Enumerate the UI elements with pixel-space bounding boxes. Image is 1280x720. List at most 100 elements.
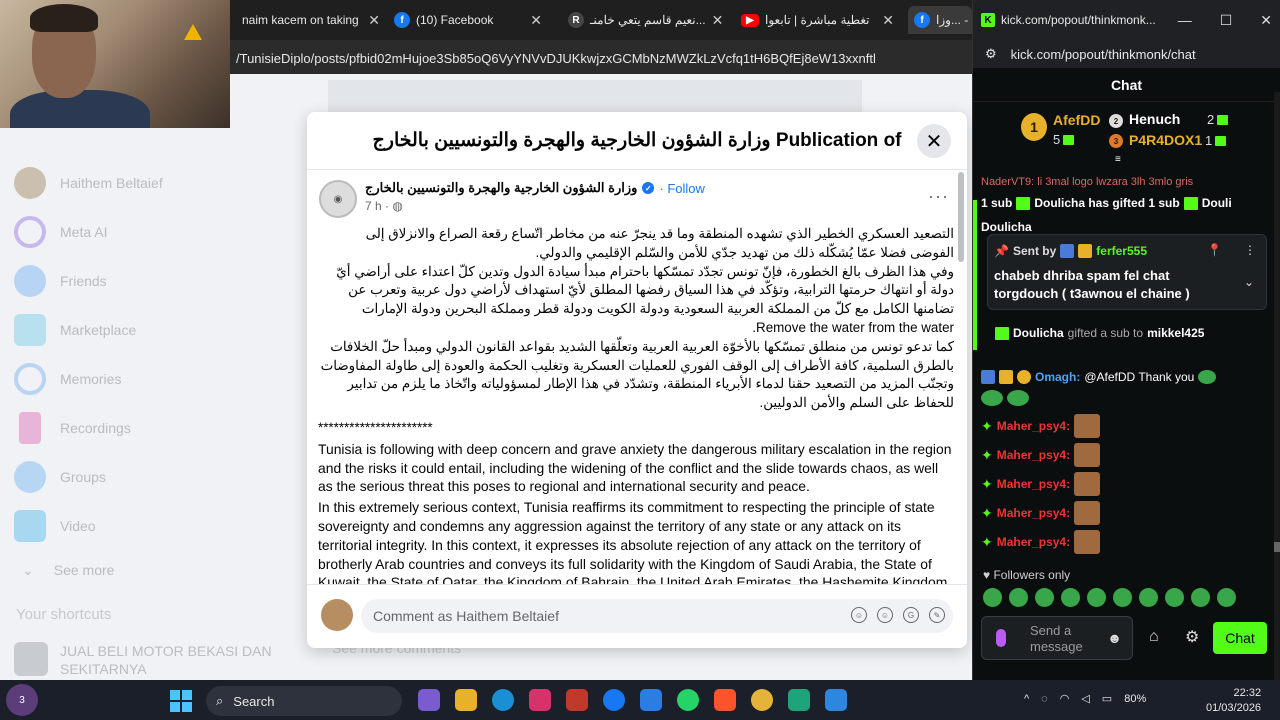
gear-icon[interactable]: ⚙ bbox=[1185, 627, 1199, 647]
app-icon[interactable] bbox=[788, 689, 810, 711]
whatsapp-icon[interactable] bbox=[677, 689, 699, 711]
clock[interactable]: 22:32 01/03/2026 bbox=[1206, 686, 1261, 716]
chevron-down-icon[interactable]: ⌄ bbox=[1244, 275, 1254, 289]
widgets-icon[interactable]: 3 bbox=[6, 684, 38, 716]
tab-4[interactable]: f وزا... - bbox=[908, 6, 972, 34]
tab-3[interactable]: ▶ تغطية مباشرة | تابعوا ✕ bbox=[735, 6, 900, 34]
volume-icon[interactable]: ◁ bbox=[1081, 692, 1089, 705]
post-paragraph-ar-2: وفي هذا الظرف بالغ الخطورة، فإنّ تونس تج… bbox=[336, 263, 954, 317]
tray-icon[interactable]: ◌ bbox=[1041, 693, 1048, 705]
see-more-button[interactable]: ⌄ See more bbox=[14, 550, 284, 590]
sidebar-item-memories[interactable]: Memories bbox=[14, 354, 284, 403]
sidebar-item-profile[interactable]: Haithem Beltaief bbox=[14, 158, 284, 207]
facebook-icon[interactable] bbox=[603, 689, 625, 711]
file-explorer-icon[interactable] bbox=[455, 689, 477, 711]
emote-icon[interactable] bbox=[1087, 588, 1106, 607]
pinned-message[interactable]: 📌 Sent by ferfer555 chabeb dhriba spam f… bbox=[987, 234, 1267, 310]
sidebar-item-label: Friends bbox=[60, 272, 107, 289]
emote-icon[interactable] bbox=[1113, 588, 1132, 607]
emoji-icon[interactable]: ☻ bbox=[1107, 630, 1122, 646]
gift-event-recipient[interactable]: mikkel425 bbox=[1147, 326, 1204, 340]
app-icon[interactable] bbox=[566, 689, 588, 711]
shortcut-item[interactable]: JUAL BELI MOTOR BEKASI DAN SEKITARNYA bbox=[14, 642, 274, 678]
battery-icon[interactable]: ▭ bbox=[1102, 692, 1112, 705]
diamond-badge-icon: ✦ bbox=[981, 504, 993, 521]
close-tab-icon[interactable]: ✕ bbox=[530, 12, 542, 29]
chat-username[interactable]: Maher_psy4: bbox=[997, 448, 1070, 462]
microphone-icon[interactable] bbox=[996, 629, 1006, 647]
emote-icon[interactable] bbox=[983, 588, 1002, 607]
brave-icon[interactable] bbox=[714, 689, 736, 711]
modal-scrollbar[interactable] bbox=[958, 172, 964, 262]
app-icon[interactable] bbox=[825, 689, 847, 711]
recordings-icon bbox=[19, 411, 41, 444]
expand-icon[interactable]: ≡ bbox=[1115, 154, 1121, 165]
follow-button[interactable]: · Follow bbox=[659, 181, 705, 196]
rank-badge-icon bbox=[1017, 370, 1031, 384]
site-settings-icon[interactable]: ⚙ bbox=[985, 46, 997, 62]
sidebar-item-meta-ai[interactable]: Meta AI bbox=[14, 207, 284, 256]
emote-icon[interactable] bbox=[1139, 588, 1158, 607]
avatar-sticker-icon[interactable]: ☺ bbox=[851, 607, 867, 623]
start-icon[interactable] bbox=[170, 690, 192, 712]
followers-only-label: Followers only bbox=[993, 568, 1071, 582]
emoji-icon[interactable]: ☺ bbox=[877, 607, 893, 623]
send-chat-button[interactable]: Chat bbox=[1213, 622, 1267, 654]
emote-icon[interactable] bbox=[1165, 588, 1184, 607]
pin-user[interactable]: ferfer555 bbox=[1096, 244, 1147, 258]
sidebar-item-marketplace[interactable]: Marketplace bbox=[14, 305, 284, 354]
post-author[interactable]: وزارة الشؤون الخارجية والهجرة والتونسيين… bbox=[365, 180, 637, 196]
sidebar-item-video[interactable]: Video bbox=[14, 501, 284, 550]
sidebar-item-friends[interactable]: Friends bbox=[14, 256, 284, 305]
gift-banner-count: 1 sub bbox=[981, 196, 1013, 210]
chevron-up-icon[interactable]: ^ bbox=[1024, 693, 1029, 705]
tab-label: (10) Facebook bbox=[416, 13, 494, 27]
close-tab-icon[interactable]: ✕ bbox=[712, 12, 724, 29]
kick-url[interactable]: kick.com/popout/thinkmonk/chat bbox=[1011, 47, 1196, 62]
close-tab-icon[interactable]: ✕ bbox=[882, 12, 894, 29]
store-icon[interactable]: ⌂ bbox=[1149, 628, 1159, 646]
chat-input[interactable]: Send a message ☻ bbox=[981, 616, 1133, 660]
gift-event-user[interactable]: Doulicha bbox=[1013, 326, 1064, 340]
sidebar-item-groups[interactable]: Groups bbox=[14, 452, 284, 501]
emote-icon[interactable] bbox=[1009, 588, 1028, 607]
leader-3-name[interactable]: P4R4DOX1 bbox=[1129, 132, 1202, 148]
close-icon[interactable]: ✕ bbox=[1260, 12, 1272, 29]
more-options-icon[interactable]: ⋮ bbox=[1244, 243, 1256, 257]
maximize-icon[interactable]: ☐ bbox=[1220, 12, 1233, 29]
app-icon[interactable] bbox=[418, 689, 440, 711]
gif-icon[interactable]: G bbox=[903, 607, 919, 623]
more-options-icon[interactable]: ··· bbox=[928, 186, 949, 207]
heart-icon: ♥ bbox=[983, 568, 991, 582]
minimize-icon[interactable]: — bbox=[1178, 12, 1192, 29]
taskbar-search[interactable]: ⌕ Search bbox=[206, 686, 402, 716]
chat-username[interactable]: Maher_psy4: bbox=[997, 506, 1070, 520]
tab-0[interactable]: naim kacem on taking ✕ bbox=[236, 6, 386, 34]
sticker-icon[interactable]: ✎ bbox=[929, 607, 945, 623]
close-icon[interactable]: ✕ bbox=[917, 124, 951, 158]
edge-icon[interactable] bbox=[492, 689, 514, 711]
chat-scrollbar[interactable] bbox=[1274, 92, 1280, 680]
unpin-icon[interactable]: 📍 bbox=[1207, 243, 1222, 257]
tab-1[interactable]: f (10) Facebook ✕ bbox=[388, 6, 548, 34]
address-bar[interactable]: /TunisieDiplo/posts/pfbid02mHujoe3Sb85oQ… bbox=[230, 44, 972, 74]
close-tab-icon[interactable]: ✕ bbox=[368, 12, 380, 29]
emote-icon[interactable] bbox=[1217, 588, 1236, 607]
chat-username[interactable]: Omagh: bbox=[1035, 370, 1080, 384]
chat-username[interactable]: Maher_psy4: bbox=[997, 477, 1070, 491]
chrome-icon[interactable] bbox=[751, 689, 773, 711]
sidebar-item-recordings[interactable]: Recordings bbox=[14, 403, 284, 452]
scrollbar-thumb[interactable] bbox=[1274, 542, 1280, 552]
emote-icon[interactable] bbox=[1061, 588, 1080, 607]
chat-username[interactable]: Maher_psy4: bbox=[997, 535, 1070, 549]
instagram-icon[interactable] bbox=[529, 689, 551, 711]
chat-username[interactable]: Maher_psy4: bbox=[997, 419, 1070, 433]
wifi-icon[interactable]: ◠ bbox=[1060, 692, 1070, 705]
leader-2-name[interactable]: Henuch bbox=[1129, 111, 1180, 127]
tab-2[interactable]: R نعيم قاسم يتعي خامنـ... ✕ bbox=[562, 6, 727, 34]
app-icon[interactable] bbox=[640, 689, 662, 711]
leader-1-name[interactable]: AfefDD bbox=[1053, 112, 1100, 128]
emote-icon[interactable] bbox=[1035, 588, 1054, 607]
emote-icon[interactable] bbox=[1191, 588, 1210, 607]
page-avatar[interactable]: ◉ bbox=[319, 180, 357, 218]
